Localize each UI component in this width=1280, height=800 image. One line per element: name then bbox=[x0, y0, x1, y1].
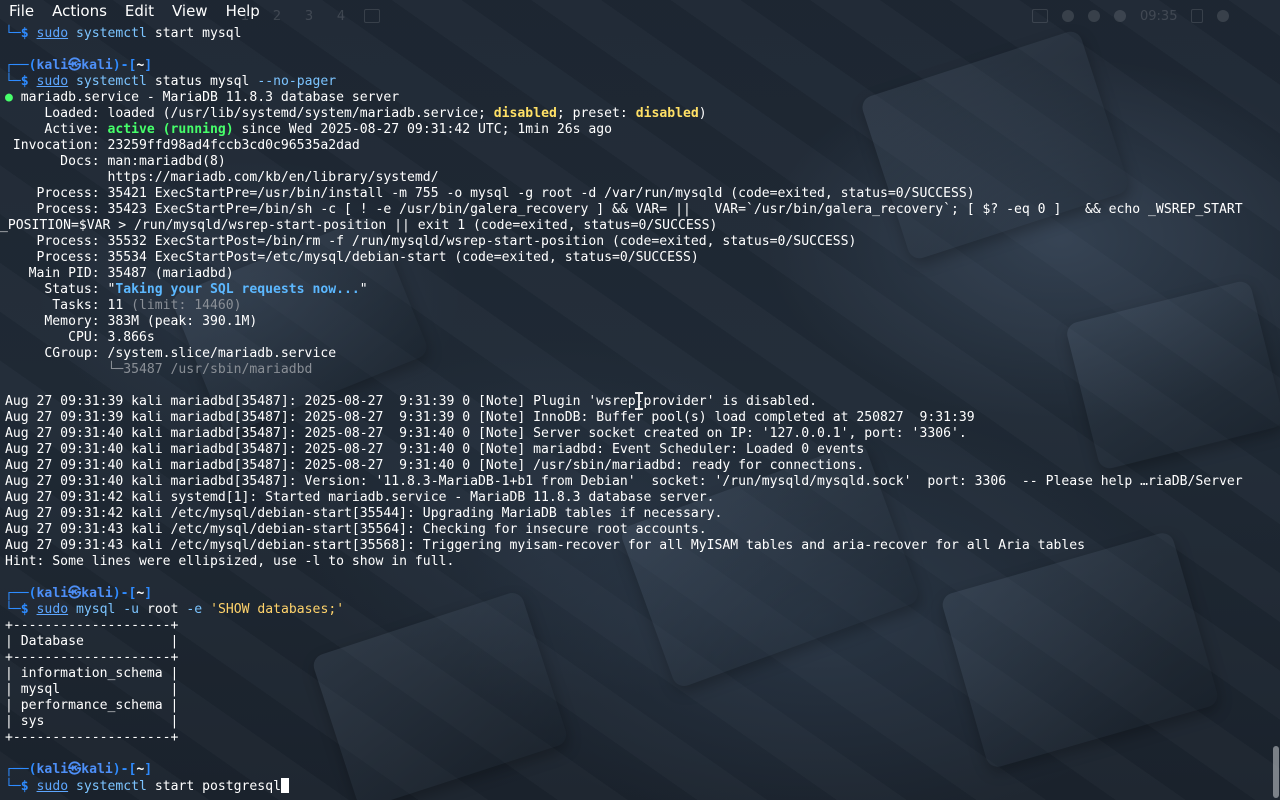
table-row: | sys | bbox=[5, 714, 179, 729]
shell-prompt: ┌──(kali㉿kali)-[~] bbox=[5, 58, 153, 73]
terminal-line: Loaded: loaded (/usr/lib/systemd/system/… bbox=[5, 106, 707, 121]
table-row: | performance_schema | bbox=[5, 698, 179, 713]
text-cursor bbox=[280, 778, 289, 793]
menu-file[interactable]: File bbox=[0, 0, 43, 22]
terminal-line: Process: 35421 ExecStartPre=/usr/bin/ins… bbox=[5, 186, 975, 201]
terminal-line: Hint: Some lines were ellipsized, use -l… bbox=[5, 554, 455, 569]
terminal-line: Invocation: 23259ffd98ad4fccb3cd0c96535a… bbox=[5, 138, 360, 153]
terminal-menubar: File Actions Edit View Help bbox=[0, 0, 1280, 22]
terminal-line: Process: 35534 ExecStartPost=/etc/mysql/… bbox=[5, 250, 699, 265]
table-border: +--------------------+ bbox=[5, 618, 179, 633]
table-border: +--------------------+ bbox=[5, 650, 179, 665]
terminal-line: Tasks: 11 (limit: 14460) bbox=[5, 298, 242, 313]
terminal-line: └─$ sudo systemctl status mysql --no-pag… bbox=[5, 74, 337, 89]
terminal-scrollbar[interactable] bbox=[1272, 22, 1280, 800]
shell-prompt: ┌──(kali㉿kali)-[~] bbox=[5, 586, 153, 601]
terminal-line: Process: 35423 ExecStartPre=/bin/sh -c [… bbox=[5, 202, 1243, 217]
log-line: Aug 27 09:31:40 kali mariadbd[35487]: Ve… bbox=[5, 474, 1243, 489]
mouse-ibeam-cursor bbox=[634, 392, 644, 410]
log-line: Aug 27 09:31:40 kali mariadbd[35487]: 20… bbox=[5, 458, 865, 473]
terminal-line: Active: active (running) since Wed 2025-… bbox=[5, 122, 613, 137]
terminal-line: Memory: 383M (peak: 390.1M) bbox=[5, 314, 258, 329]
table-border: +--------------------+ bbox=[5, 730, 179, 745]
menu-view[interactable]: View bbox=[163, 0, 217, 22]
log-line: Aug 27 09:31:43 kali /etc/mysql/debian-s… bbox=[5, 538, 1085, 553]
terminal-output[interactable]: └─$ sudo systemctl start mysql ┌──(kali㉿… bbox=[0, 22, 1272, 800]
menu-help[interactable]: Help bbox=[217, 0, 269, 22]
log-line: Aug 27 09:31:43 kali /etc/mysql/debian-s… bbox=[5, 522, 707, 537]
log-line: Aug 27 09:31:42 kali /etc/mysql/debian-s… bbox=[5, 506, 723, 521]
terminal-line: CGroup: /system.slice/mariadb.service bbox=[5, 346, 337, 361]
terminal-line: Docs: man:mariadbd(8) bbox=[5, 154, 226, 169]
log-line: Aug 27 09:31:42 kali systemd[1]: Started… bbox=[5, 490, 715, 505]
terminal-line: _POSITION=$VAR > /run/mysqld/wsrep-start… bbox=[0, 218, 718, 233]
command-input-line[interactable]: └─$ sudo systemctl start postgresql bbox=[5, 778, 1272, 794]
terminal-line: └─$ sudo systemctl start mysql bbox=[5, 26, 242, 41]
log-line: Aug 27 09:31:40 kali mariadbd[35487]: 20… bbox=[5, 442, 865, 457]
terminal-line: CPU: 3.866s bbox=[5, 330, 155, 345]
log-line: Aug 27 09:31:40 kali mariadbd[35487]: 20… bbox=[5, 426, 967, 441]
table-row: | mysql | bbox=[5, 682, 179, 697]
terminal-line: └─35487 /usr/sbin/mariadbd bbox=[5, 362, 313, 377]
terminal-line: Process: 35532 ExecStartPost=/bin/rm -f … bbox=[5, 234, 857, 249]
terminal-line: Main PID: 35487 (mariadbd) bbox=[5, 266, 234, 281]
shell-prompt: ┌──(kali㉿kali)-[~] bbox=[5, 762, 153, 777]
menu-actions[interactable]: Actions bbox=[43, 0, 116, 22]
log-line: Aug 27 09:31:39 kali mariadbd[35487]: 20… bbox=[5, 410, 975, 425]
terminal-line: https://mariadb.com/kb/en/library/system… bbox=[5, 170, 439, 185]
table-header: | Database | bbox=[5, 634, 179, 649]
terminal-line: ● mariadb.service - MariaDB 11.8.3 datab… bbox=[5, 90, 400, 105]
scrollbar-thumb[interactable] bbox=[1273, 746, 1279, 798]
terminal-line: └─$ sudo mysql -u root -e 'SHOW database… bbox=[5, 602, 345, 617]
table-row: | information_schema | bbox=[5, 666, 179, 681]
terminal-line: Status: "Taking your SQL requests now...… bbox=[5, 282, 368, 297]
menu-edit[interactable]: Edit bbox=[116, 0, 163, 22]
